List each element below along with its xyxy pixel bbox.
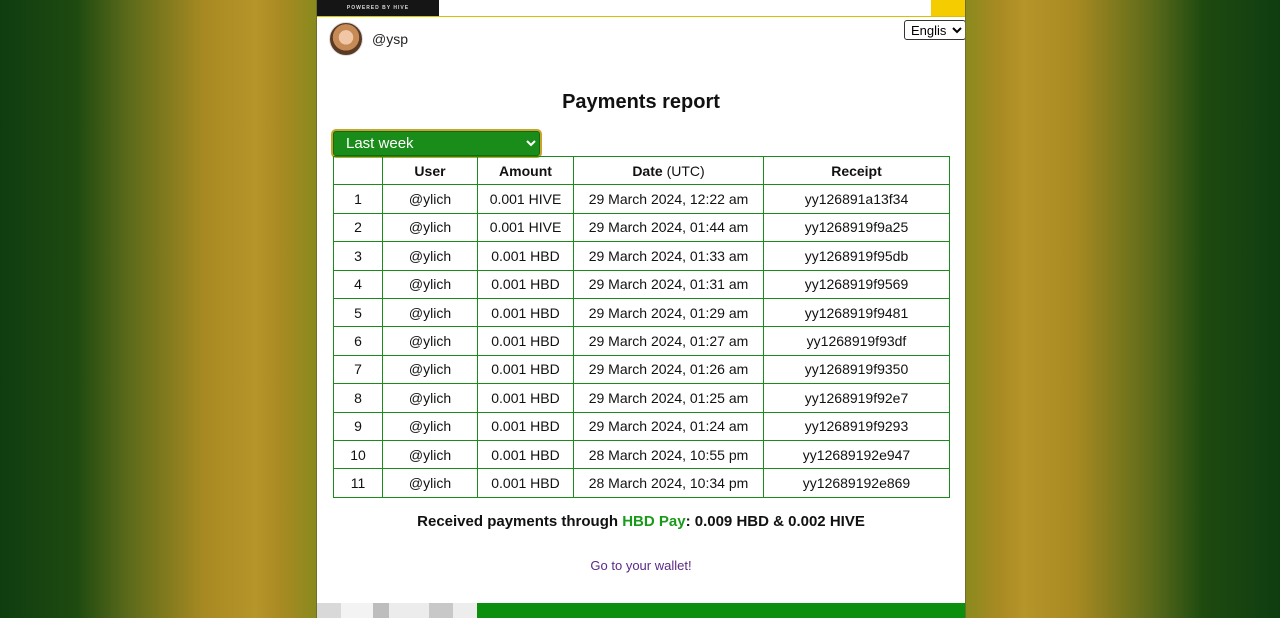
header-amount: Amount — [477, 155, 574, 186]
main-panel: POWERED BY HIVE @ysp English Payments re… — [316, 0, 966, 618]
wallet-link[interactable]: Go to your wallet! — [317, 558, 965, 573]
row-amount: 0.001 HBD — [477, 269, 574, 299]
table-row: 3 @ylich 0.001 HBD 29 March 2024, 01:33 am y… — [333, 241, 950, 271]
menu-button[interactable] — [931, 0, 965, 16]
summary-totals: : 0.009 HBD & 0.002 HIVE — [685, 513, 865, 530]
row-user: @ylich — [382, 326, 478, 356]
row-date: 28 March 2024, 10:55 pm — [573, 439, 764, 470]
row-receipt: yy1268919f92e7 — [763, 383, 950, 413]
row-date: 29 March 2024, 01:29 am — [573, 297, 764, 328]
row-user: @ylich — [382, 383, 478, 413]
row-receipt: yy126891a13f34 — [763, 184, 950, 214]
header-date-label: Date — [632, 162, 663, 179]
row-amount: 0.001 HBD — [477, 241, 574, 271]
row-receipt: yy1268919f95db — [763, 241, 950, 271]
footer-banner — [317, 603, 965, 618]
header-date-suffix: (UTC) — [666, 162, 705, 179]
row-user: @ylich — [382, 212, 478, 243]
table-row: 2 @ylich 0.001 HIVE 29 March 2024, 01:44 am… — [333, 212, 950, 243]
row-date: 29 March 2024, 01:44 am — [573, 212, 764, 243]
row-receipt: yy1268919f9481 — [763, 297, 950, 328]
row-receipt: yy1268919f9569 — [763, 269, 950, 299]
header-index — [333, 155, 383, 186]
hive-logo[interactable]: POWERED BY HIVE — [317, 0, 439, 16]
username: @ysp — [372, 31, 408, 47]
row-amount: 0.001 HBD — [477, 468, 574, 498]
table-row: 5 @ylich 0.001 HBD 29 March 2024, 01:29 am y… — [333, 297, 950, 328]
table-row: 4 @ylich 0.001 HBD 29 March 2024, 01:31 am y… — [333, 269, 950, 299]
logo-text: POWERED BY HIVE — [346, 5, 410, 11]
table-row: 6 @ylich 0.001 HBD 29 March 2024, 01:27 am y… — [333, 326, 950, 356]
header-date: Date (UTC) — [573, 155, 764, 186]
row-amount: 0.001 HBD — [477, 297, 574, 328]
table-header-row: User Amount Date (UTC) Receipt — [333, 155, 950, 186]
payments-table: User Amount Date (UTC) Receipt 1 @ylich 0.… — [333, 155, 950, 498]
row-user: @ylich — [382, 241, 478, 271]
row-amount: 0.001 HIVE — [477, 212, 574, 243]
row-receipt: yy1268919f9a25 — [763, 212, 950, 243]
row-user: @ylich — [382, 468, 478, 498]
row-index: 7 — [333, 354, 383, 385]
row-user: @ylich — [382, 354, 478, 385]
row-amount: 0.001 HBD — [477, 354, 574, 385]
row-index: 9 — [333, 411, 383, 441]
page-title: Payments report — [562, 91, 720, 113]
payments-summary: Received payments through HBD Pay: 0.009… — [317, 513, 965, 530]
row-index: 1 — [333, 184, 383, 214]
row-user: @ylich — [382, 411, 478, 441]
row-index: 5 — [333, 297, 383, 328]
row-date: 28 March 2024, 10:34 pm — [573, 468, 764, 498]
row-index: 11 — [333, 468, 383, 498]
header-receipt: Receipt — [763, 155, 950, 186]
row-receipt: yy12689192e947 — [763, 439, 950, 470]
row-index: 10 — [333, 439, 383, 470]
row-amount: 0.001 HBD — [477, 439, 574, 470]
row-index: 8 — [333, 383, 383, 413]
table-row: 7 @ylich 0.001 HBD 29 March 2024, 01:26 am y… — [333, 354, 950, 385]
row-date: 29 March 2024, 01:26 am — [573, 354, 764, 385]
language-select[interactable]: English — [904, 20, 965, 40]
row-receipt: yy12689192e869 — [763, 468, 950, 498]
row-date: 29 March 2024, 01:31 am — [573, 269, 764, 299]
row-date: 29 March 2024, 01:24 am — [573, 411, 764, 441]
row-user: @ylich — [382, 439, 478, 470]
table-row: 1 @ylich 0.001 HIVE 29 March 2024, 12:22 am… — [333, 184, 950, 214]
row-amount: 0.001 HIVE — [477, 184, 574, 214]
table-row: 8 @ylich 0.001 HBD 29 March 2024, 01:25 am y… — [333, 383, 950, 413]
footer-image — [317, 603, 477, 618]
row-index: 3 — [333, 241, 383, 271]
row-index: 2 — [333, 212, 383, 243]
row-index: 4 — [333, 269, 383, 299]
row-index: 6 — [333, 326, 383, 356]
row-receipt: yy1268919f93df — [763, 326, 950, 356]
table-row: 10 @ylich 0.001 HBD 28 March 2024, 10:55 pm… — [333, 439, 950, 470]
row-date: 29 March 2024, 01:27 am — [573, 326, 764, 356]
hbd-pay-brand: HBD Pay — [622, 513, 686, 530]
row-user: @ylich — [382, 184, 478, 214]
row-receipt: yy1268919f9293 — [763, 411, 950, 441]
summary-prefix: Received payments through — [417, 513, 623, 530]
row-amount: 0.001 HBD — [477, 383, 574, 413]
table-row: 11 @ylich 0.001 HBD 28 March 2024, 10:34 pm… — [333, 468, 950, 498]
top-banner: POWERED BY HIVE — [317, 0, 965, 17]
row-user: @ylich — [382, 297, 478, 328]
period-select[interactable]: Last week — [333, 131, 540, 156]
row-amount: 0.001 HBD — [477, 326, 574, 356]
row-date: 29 March 2024, 01:33 am — [573, 241, 764, 271]
header-user: User — [382, 155, 478, 186]
row-date: 29 March 2024, 12:22 am — [573, 184, 764, 214]
row-user: @ylich — [382, 269, 478, 299]
row-amount: 0.001 HBD — [477, 411, 574, 441]
row-date: 29 March 2024, 01:25 am — [573, 383, 764, 413]
table-row: 9 @ylich 0.001 HBD 29 March 2024, 01:24 am y… — [333, 411, 950, 441]
avatar[interactable] — [329, 22, 363, 56]
row-receipt: yy1268919f9350 — [763, 354, 950, 385]
